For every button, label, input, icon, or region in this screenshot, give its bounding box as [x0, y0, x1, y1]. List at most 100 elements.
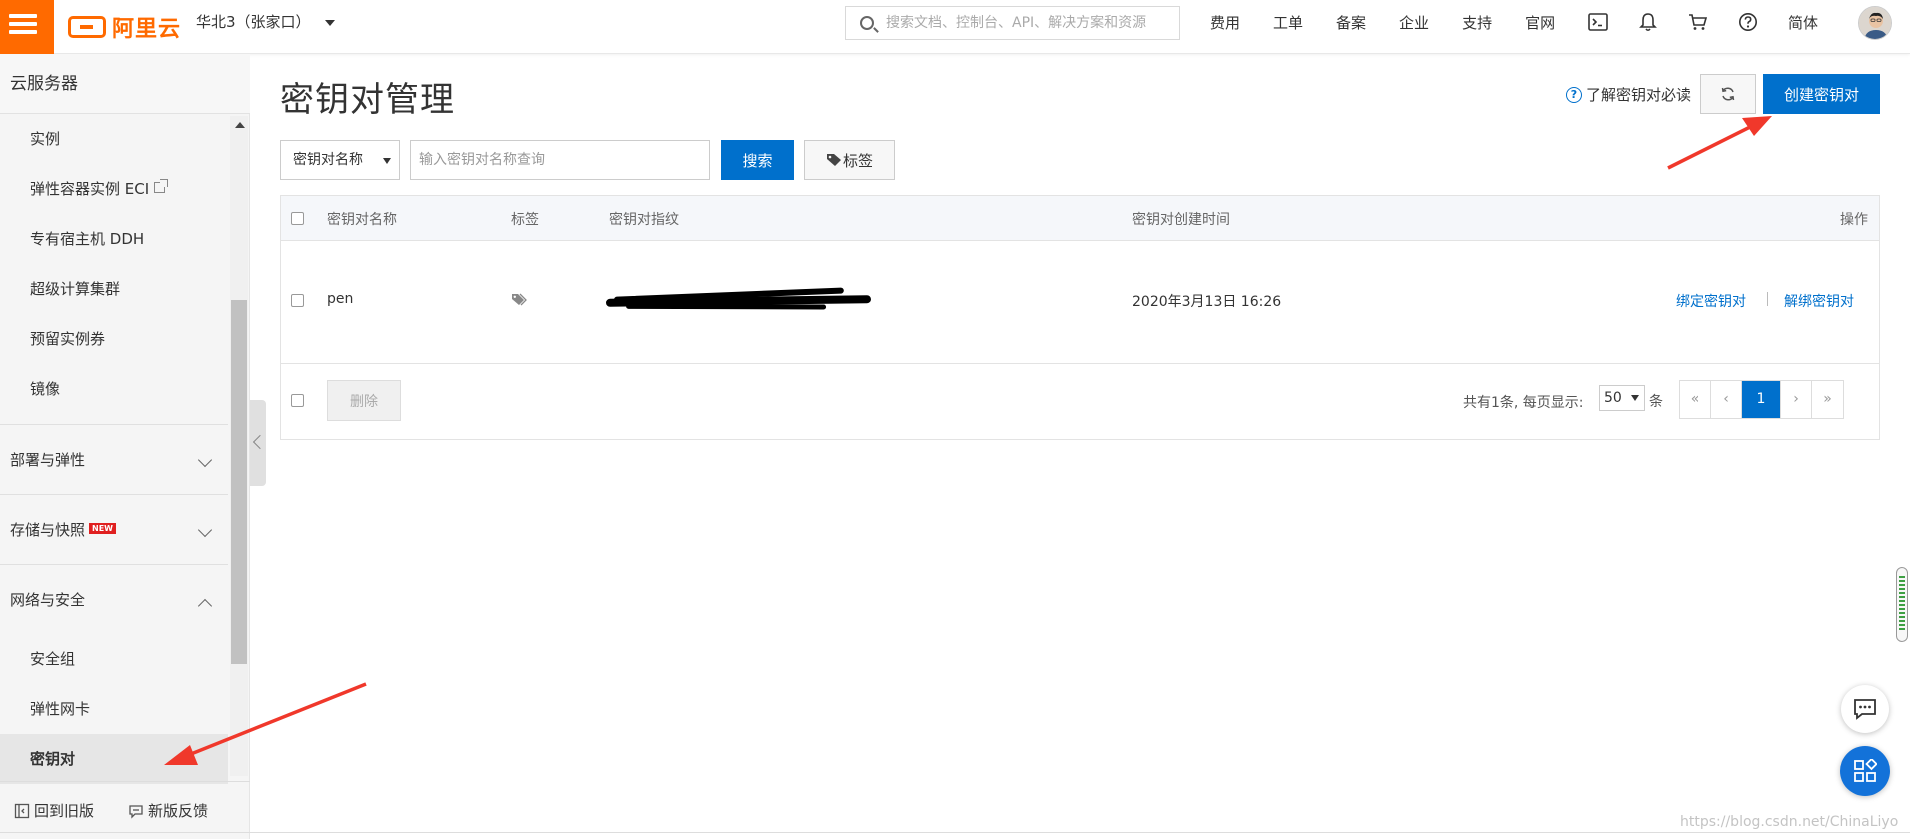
language-switch[interactable]: 简体 — [1788, 12, 1818, 33]
column-header-name[interactable]: 密钥对名称 — [327, 209, 397, 229]
sidebar-item-ddh[interactable]: 专有宿主机 DDH — [0, 214, 228, 264]
delete-button[interactable]: 删除 — [327, 380, 401, 421]
sidebar-group-deploy[interactable]: 部署与弹性 — [0, 424, 228, 494]
page-size-value: 50 — [1604, 390, 1622, 406]
quick-apps-button[interactable] — [1840, 746, 1890, 796]
key-pair-name: pen — [327, 291, 354, 307]
sidebar-group-label: 网络与安全 — [10, 591, 86, 609]
old-version-label: 回到旧版 — [34, 802, 95, 820]
refresh-icon — [1721, 87, 1735, 101]
prev-page-button[interactable]: ‹ — [1711, 381, 1742, 418]
key-pair-name-search-input[interactable] — [410, 140, 710, 180]
next-page-button[interactable]: › — [1781, 381, 1812, 418]
key-pair-guide-link[interactable]: ? 了解密钥对必读 — [1566, 84, 1691, 105]
tag-icon — [826, 154, 841, 166]
feedback-icon — [129, 804, 143, 819]
sidebar-item-security-groups[interactable]: 安全组 — [0, 634, 228, 684]
sidebar-item-label: 安全组 — [30, 650, 76, 668]
sidebar-item-key-pairs[interactable]: 密钥对 — [0, 734, 228, 784]
bind-key-pair-link[interactable]: 绑定密钥对 — [1676, 291, 1746, 311]
redacted-fingerprint — [605, 295, 872, 307]
sidebar-item-scc[interactable]: 超级计算集群 — [0, 264, 228, 314]
nav-support[interactable]: 支持 — [1462, 12, 1492, 33]
global-search-input[interactable] — [886, 11, 1172, 35]
question-circle-icon: ? — [1566, 86, 1582, 103]
page-1-button[interactable]: 1 — [1742, 381, 1781, 418]
top-nav: 费用 工单 备案 企业 支持 官网 — [1210, 0, 1588, 44]
annotation-arrow-create — [1667, 116, 1772, 170]
sidebar-item-instances[interactable]: 实例 — [0, 114, 228, 164]
sidebar-item-images[interactable]: 镜像 — [0, 364, 228, 414]
table-row: pen 2020年3月13日 16:26 绑定密钥对 解绑密钥对 — [281, 241, 1879, 364]
sidebar-item-label: 预留实例券 — [30, 330, 106, 348]
sidebar-group-label: 部署与弹性 — [10, 451, 86, 469]
sidebar-item-label: 弹性容器实例 ECI — [30, 180, 150, 198]
sidebar-group-label: 存储与快照 — [10, 521, 86, 539]
page-size-select[interactable]: 50 — [1599, 385, 1645, 411]
bell-icon[interactable] — [1636, 10, 1660, 34]
sidebar-item-reserved-instances[interactable]: 预留实例券 — [0, 314, 228, 364]
nav-fees[interactable]: 费用 — [1210, 12, 1240, 33]
row-tag-icon[interactable] — [511, 293, 528, 311]
bottom-divider — [0, 832, 1910, 833]
global-search[interactable] — [845, 6, 1180, 40]
select-all-checkbox[interactable] — [291, 212, 304, 225]
caret-down-icon — [324, 19, 335, 26]
created-time: 2020年3月13日 16:26 — [1132, 294, 1282, 310]
avatar[interactable] — [1858, 6, 1892, 40]
action-separator — [1767, 292, 1768, 306]
sidebar-title[interactable]: 云服务器 — [0, 54, 250, 114]
sidebar-scrollbar[interactable] — [231, 300, 247, 664]
help-icon[interactable] — [1736, 10, 1760, 34]
top-bar: 阿里云 华北3（张家口） 费用 工单 备案 企业 支持 官网 简体 — [0, 0, 1910, 54]
filter-field-select[interactable]: 密钥对名称 — [280, 140, 400, 180]
nav-official-site[interactable]: 官网 — [1525, 12, 1555, 33]
feedback-link[interactable]: 新版反馈 — [128, 800, 208, 821]
sidebar-item-eci[interactable]: 弹性容器实例 ECI — [0, 164, 228, 214]
sidebar-group-storage[interactable]: 存储与快照 NEW — [0, 494, 228, 564]
nav-icp[interactable]: 备案 — [1336, 12, 1366, 33]
tag-filter-button[interactable]: 标签 — [804, 140, 895, 180]
aliyun-logo-mark-icon — [68, 16, 106, 38]
dropdown-arrow-icon — [1631, 395, 1639, 401]
chat-support-button[interactable] — [1841, 685, 1889, 733]
page-scroll-indicator[interactable] — [1896, 567, 1908, 642]
region-selector[interactable]: 华北3（张家口） — [196, 0, 335, 44]
sidebar-collapse-handle[interactable] — [250, 400, 266, 486]
aliyun-logo[interactable]: 阿里云 — [68, 10, 181, 44]
refresh-button[interactable] — [1700, 74, 1756, 114]
create-key-pair-button[interactable]: 创建密钥对 — [1763, 74, 1880, 114]
sidebar: 云服务器 实例 弹性容器实例 ECI 专有宿主机 DDH 超级计算集群 预留实例… — [0, 54, 250, 839]
column-header-tags: 标签 — [511, 212, 539, 228]
sidebar-group-network[interactable]: 网络与安全 — [0, 564, 228, 634]
column-header-actions: 操作 — [1840, 212, 1868, 228]
last-page-button[interactable]: » — [1812, 381, 1843, 418]
terminal-icon[interactable] — [1586, 10, 1610, 34]
back-to-old-version-link[interactable]: 回到旧版 — [14, 800, 94, 821]
hamburger-menu-icon[interactable] — [0, 0, 54, 54]
cart-icon[interactable] — [1686, 10, 1710, 34]
row-checkbox[interactable] — [291, 294, 304, 307]
chevron-down-icon — [197, 452, 213, 468]
chat-icon — [1854, 699, 1876, 720]
nav-enterprise[interactable]: 企业 — [1399, 12, 1429, 33]
table-footer: 删除 共有1条, 每页显示: 50 条 « ‹ 1 › » — [281, 364, 1879, 439]
sidebar-item-label: 密钥对 — [30, 750, 76, 768]
sidebar-item-label: 镜像 — [30, 380, 61, 398]
page-size-unit: 条 — [1649, 394, 1663, 410]
scroll-up-arrow-icon[interactable] — [235, 122, 245, 128]
filter-field-value: 密钥对名称 — [293, 152, 363, 168]
column-header-fingerprint: 密钥对指纹 — [609, 212, 679, 228]
first-page-button[interactable]: « — [1680, 381, 1711, 418]
old-version-icon — [14, 803, 30, 818]
page-title: 密钥对管理 — [280, 80, 455, 120]
unbind-key-pair-link[interactable]: 解绑密钥对 — [1784, 291, 1854, 311]
sidebar-item-eni[interactable]: 弹性网卡 — [0, 684, 228, 734]
search-icon — [860, 16, 874, 30]
brand-name: 阿里云 — [112, 17, 182, 42]
search-button[interactable]: 搜索 — [721, 140, 794, 180]
footer-select-all-checkbox[interactable] — [291, 394, 304, 407]
nav-tickets[interactable]: 工单 — [1273, 12, 1303, 33]
key-pair-table: 密钥对名称 标签 密钥对指纹 密钥对创建时间 操作 pen 2020年3月13日… — [280, 195, 1880, 440]
table-header: 密钥对名称 标签 密钥对指纹 密钥对创建时间 操作 — [281, 196, 1879, 241]
